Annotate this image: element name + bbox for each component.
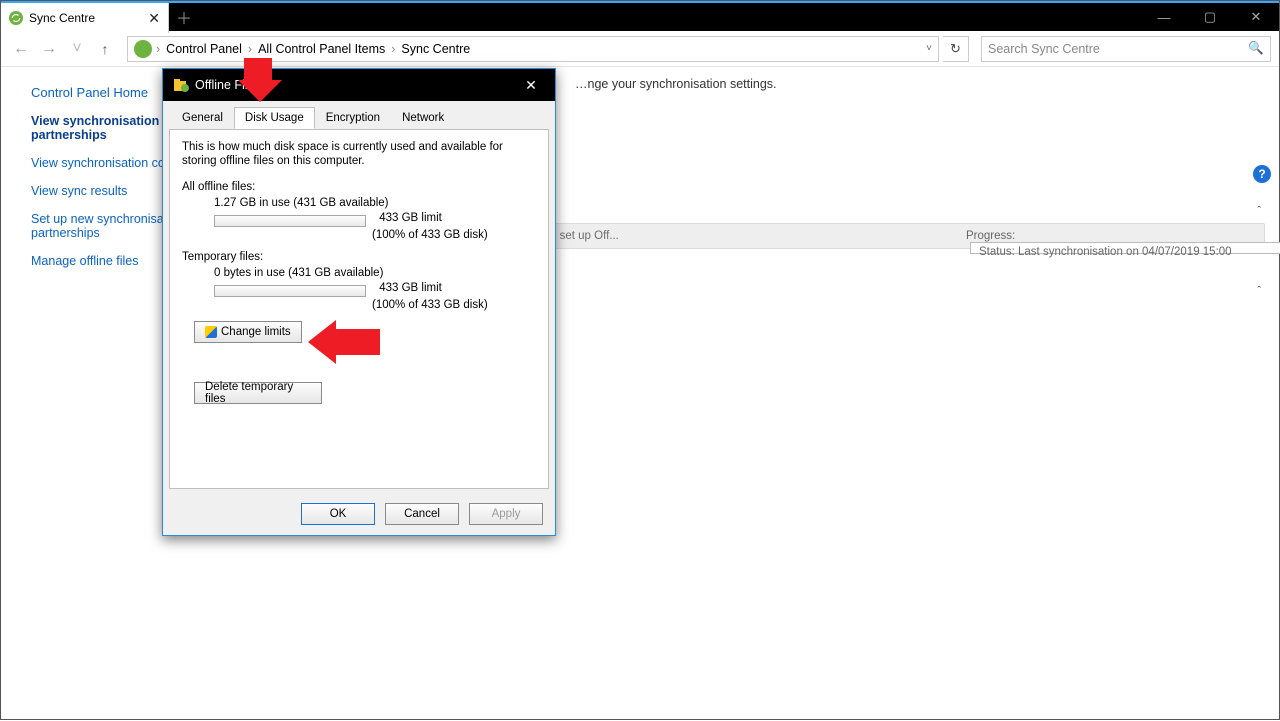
browser-tab-active[interactable]: Sync Centre ✕ xyxy=(1,3,169,33)
annotation-arrow-left xyxy=(308,320,380,364)
all-files-usage: 1.27 GB in use (431 GB available) xyxy=(214,197,536,209)
close-tab-icon[interactable]: ✕ xyxy=(148,10,160,27)
progress-label: Progress: xyxy=(966,230,1015,242)
all-files-progressbar xyxy=(214,215,366,227)
breadcrumb-all-items[interactable]: All Control Panel Items xyxy=(256,42,387,56)
new-tab-button[interactable]: ＋ xyxy=(169,3,199,31)
annotation-arrow-down xyxy=(238,58,278,102)
temp-files-usage: 0 bytes in use (431 GB available) xyxy=(214,267,536,279)
temp-files-limit: 433 GB limit xyxy=(379,282,442,294)
sync-centre-icon xyxy=(134,40,152,58)
breadcrumb-sep: › xyxy=(152,42,164,56)
tab-disk-usage[interactable]: Disk Usage xyxy=(234,107,315,129)
dialog-body: This is how much disk space is currently… xyxy=(169,129,549,489)
tab-network[interactable]: Network xyxy=(391,107,455,129)
tab-encryption[interactable]: Encryption xyxy=(315,107,391,129)
help-icon[interactable]: ? xyxy=(1253,165,1271,183)
status-value: Last synchronisation on 04/07/2019 15:00 xyxy=(1018,246,1232,258)
status-label: Status: xyxy=(979,246,1015,258)
temp-files-progressbar xyxy=(214,285,366,297)
dialog-close-button[interactable]: ✕ xyxy=(517,77,545,94)
offline-files-icon xyxy=(173,77,189,93)
ok-button[interactable]: OK xyxy=(301,503,375,525)
apply-button[interactable]: Apply xyxy=(469,503,543,525)
maximize-button[interactable]: ▢ xyxy=(1187,3,1233,31)
forward-button[interactable]: → xyxy=(37,40,61,58)
minimize-button[interactable]: — xyxy=(1141,3,1187,31)
address-dropdown-icon[interactable]: ˅ xyxy=(926,43,932,54)
search-icon: 🔍 xyxy=(1248,41,1264,56)
breadcrumb-control-panel[interactable]: Control Panel xyxy=(164,42,244,56)
sync-partnership-row[interactable]: …rking offline. To set up Off... Progres… xyxy=(459,223,1265,249)
temp-files-label: Temporary files: xyxy=(182,251,536,263)
search-placeholder: Search Sync Centre xyxy=(988,42,1100,56)
window-tabbar: Sync Centre ✕ ＋ — ▢ ✕ xyxy=(1,1,1279,31)
back-button[interactable]: ← xyxy=(9,40,33,58)
refresh-button[interactable]: ↻ xyxy=(943,36,969,62)
all-files-label: All offline files: xyxy=(182,181,536,193)
section-collapse-icon[interactable]: ˆ xyxy=(1257,205,1261,217)
dialog-description: This is how much disk space is currently… xyxy=(182,140,536,169)
tab-general[interactable]: General xyxy=(171,107,234,129)
search-input[interactable]: Search Sync Centre 🔍 xyxy=(981,36,1271,62)
change-limits-button[interactable]: Change limits xyxy=(194,321,302,343)
all-files-limit: 433 GB limit xyxy=(379,212,442,224)
address-toolbar: ← → ˅ ↑ › Control Panel › All Control Pa… xyxy=(1,31,1279,67)
breadcrumb-sep: › xyxy=(244,42,256,56)
breadcrumb-sync-centre[interactable]: Sync Centre xyxy=(399,42,472,56)
up-button[interactable]: ↑ xyxy=(93,41,117,57)
breadcrumb-sep: › xyxy=(387,42,399,56)
section-collapse-icon[interactable]: ˆ xyxy=(1257,285,1261,297)
dialog-tabs: General Disk Usage Encryption Network xyxy=(163,101,555,129)
offline-files-dialog: Offline Files ✕ General Disk Usage Encry… xyxy=(162,68,556,536)
dialog-button-row: OK Cancel Apply xyxy=(163,495,555,535)
cancel-button[interactable]: Cancel xyxy=(385,503,459,525)
all-files-percent: (100% of 433 GB disk) xyxy=(372,229,536,241)
recent-locations-button[interactable]: ˅ xyxy=(65,40,89,58)
sync-icon xyxy=(9,11,23,25)
row-status: Status: Last synchronisation on 04/07/20… xyxy=(979,246,1232,258)
tab-title: Sync Centre xyxy=(29,11,95,25)
dialog-titlebar[interactable]: Offline Files ✕ xyxy=(163,69,555,101)
delete-temp-files-button[interactable]: Delete temporary files xyxy=(194,382,322,404)
close-window-button[interactable]: ✕ xyxy=(1233,3,1279,31)
temp-files-percent: (100% of 433 GB disk) xyxy=(372,299,536,311)
